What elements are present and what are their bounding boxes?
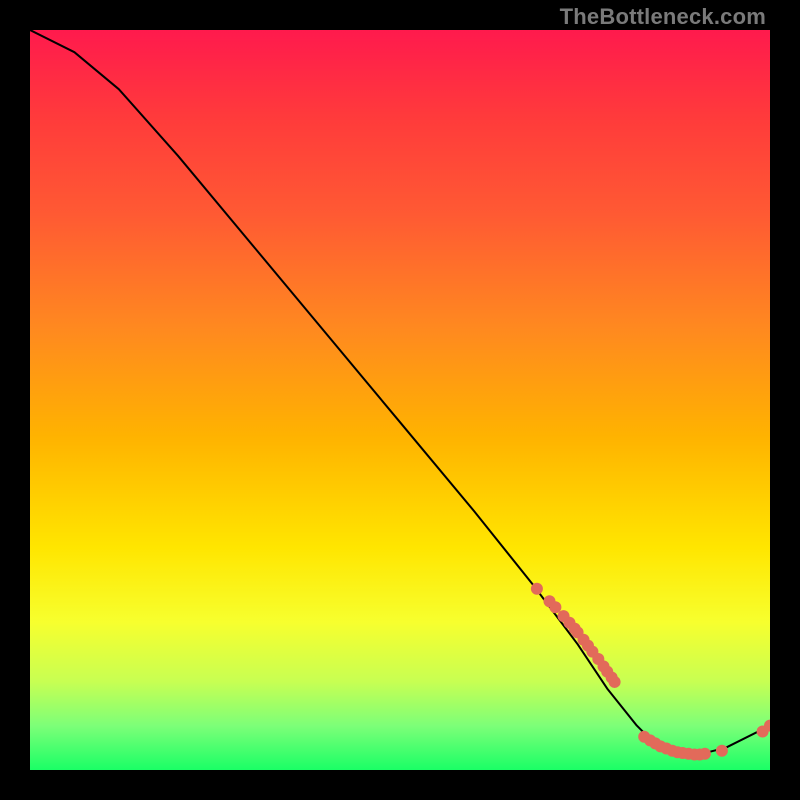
chart-stage: TheBottleneck.com <box>0 0 800 800</box>
point-cluster-upper <box>549 601 561 613</box>
points-layer <box>531 583 770 761</box>
point-cluster-upper <box>609 676 621 688</box>
point-cluster-lower <box>699 748 711 760</box>
point-cluster-upper <box>531 583 543 595</box>
point-cluster-lower <box>716 745 728 757</box>
chart-svg <box>30 30 770 770</box>
line-layer <box>30 30 770 755</box>
watermark-text: TheBottleneck.com <box>560 4 766 30</box>
series-curve <box>30 30 770 755</box>
plot-area <box>30 30 770 770</box>
